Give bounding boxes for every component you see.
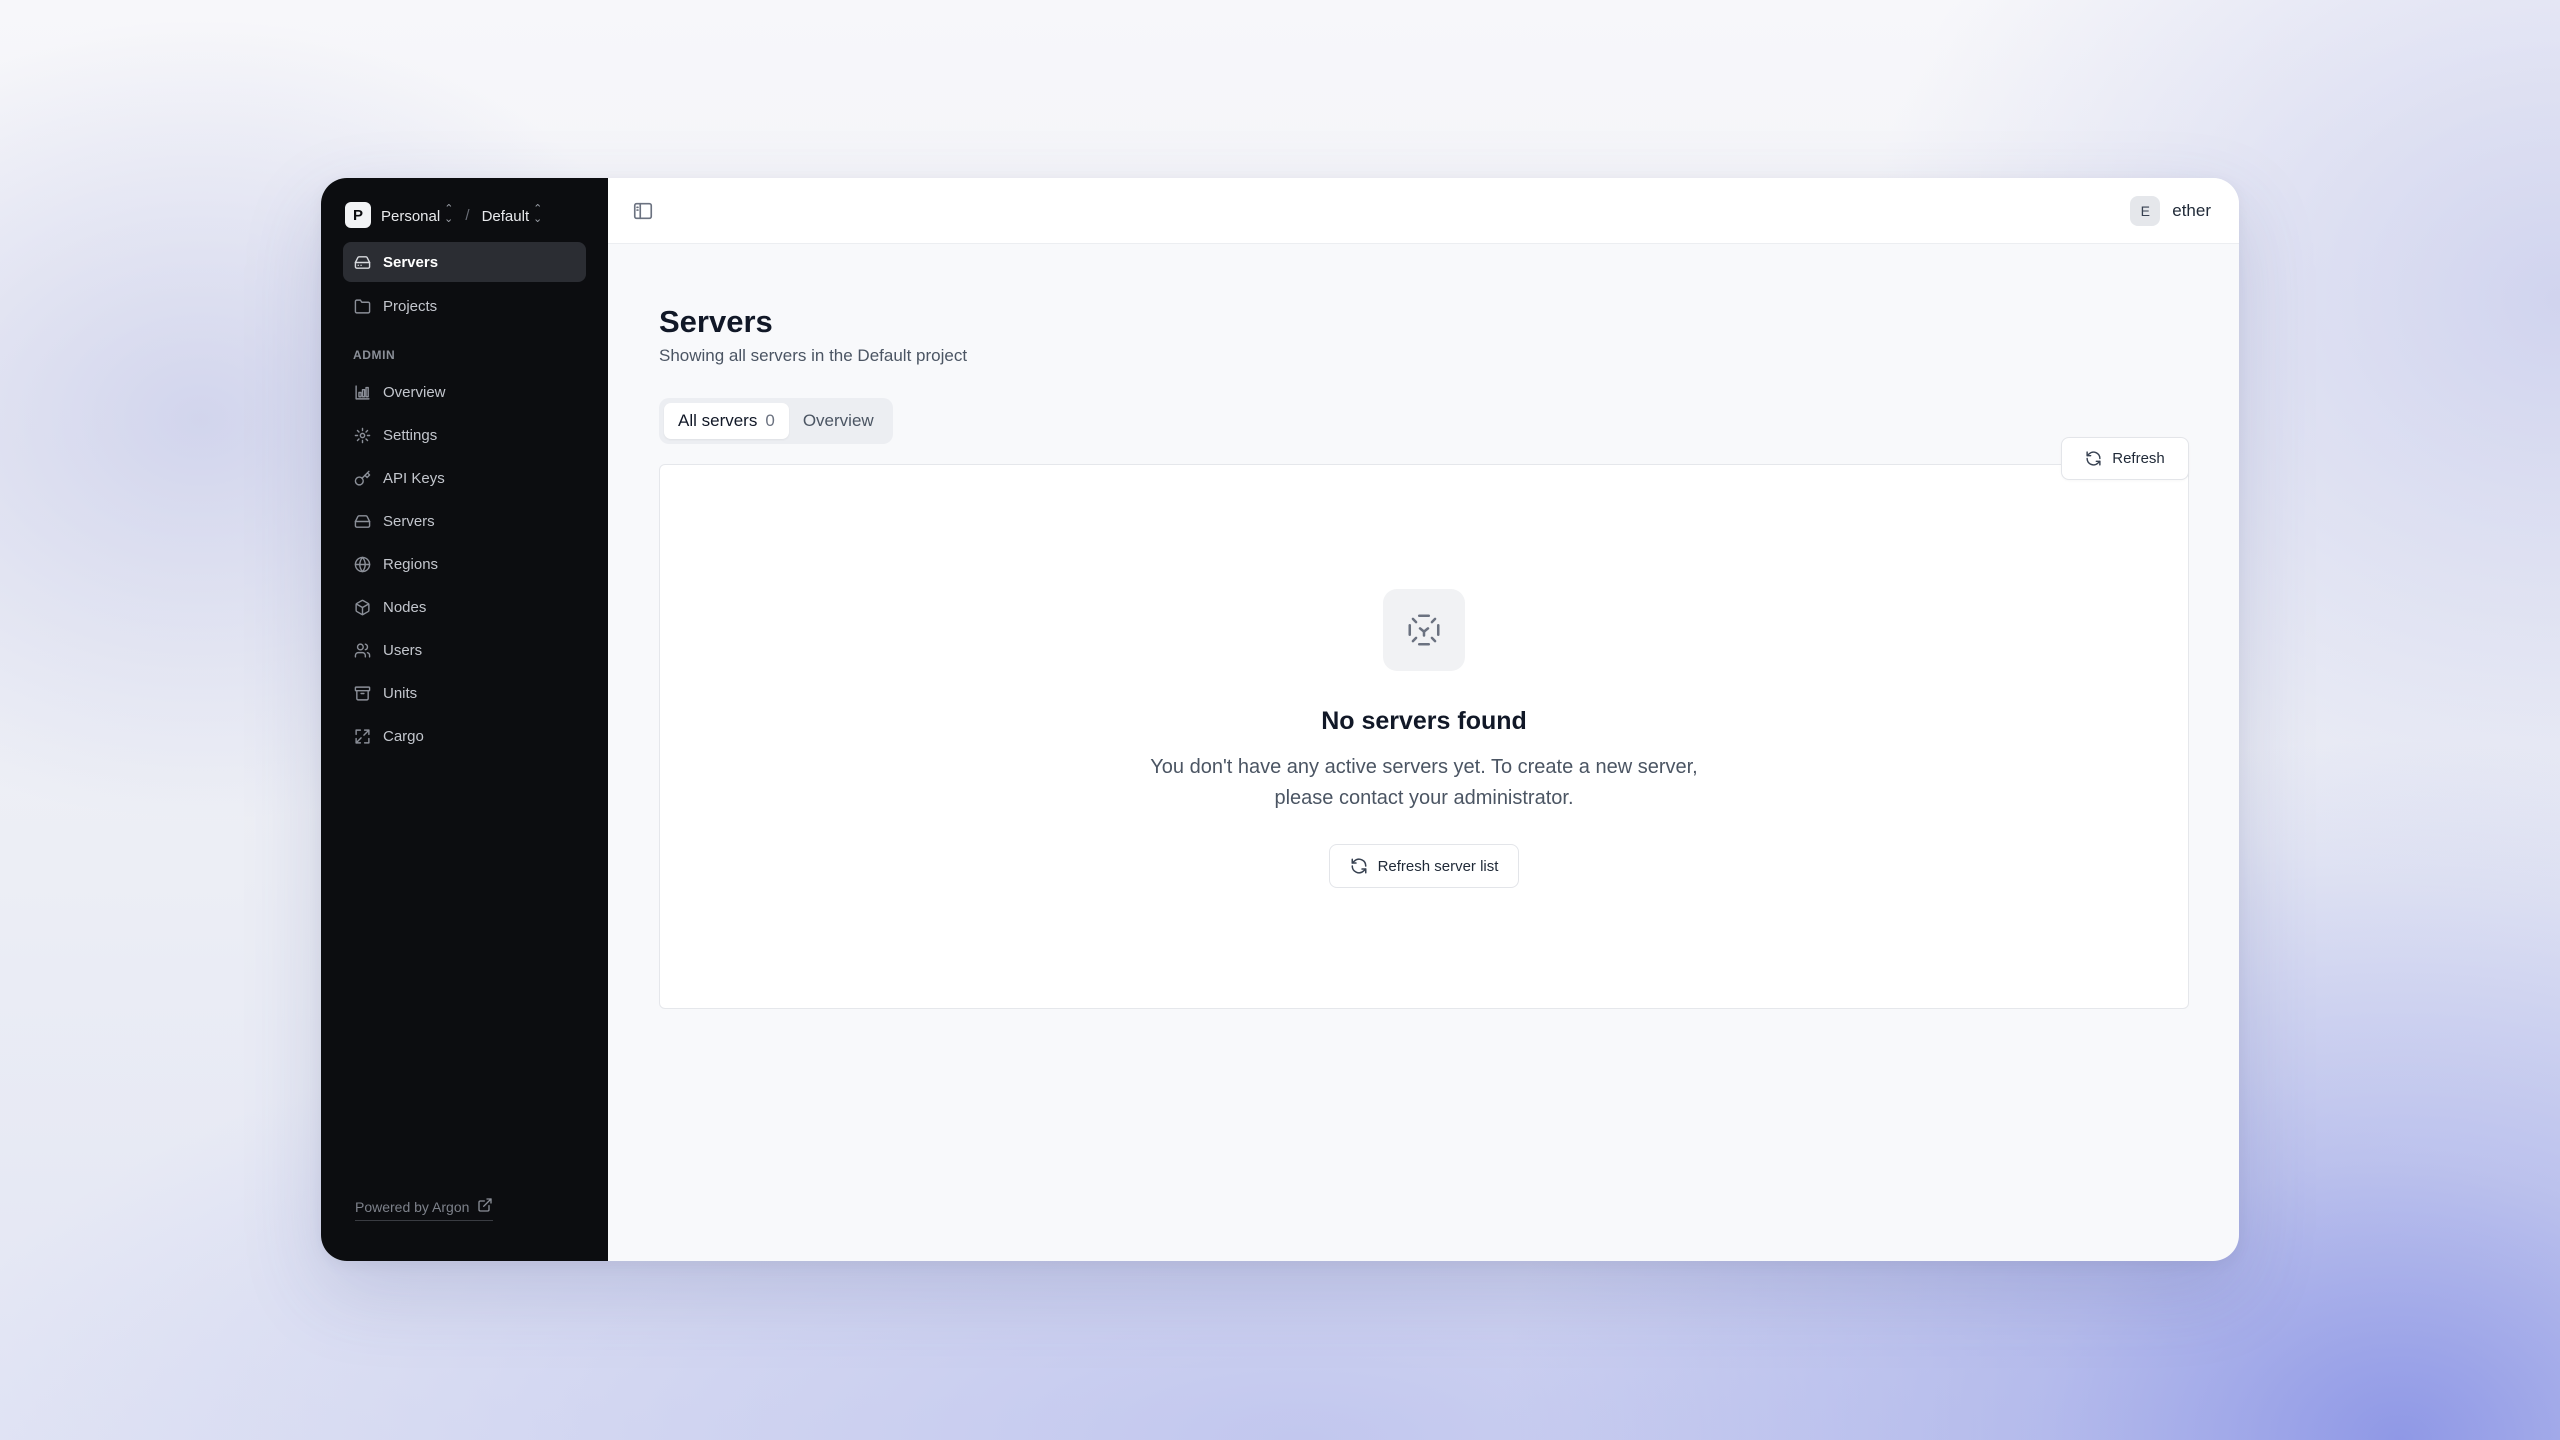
sidebar-item-label: Servers <box>383 253 439 271</box>
sidebar-item-label: Nodes <box>383 598 427 616</box>
sidebar-item-units[interactable]: Units <box>343 673 586 713</box>
refresh-icon <box>1351 858 1367 874</box>
workspace-switcher: P Personal ⌃ ⌃ / Default ⌃ ⌃ <box>345 200 586 230</box>
admin-section-label: ADMIN <box>353 348 396 362</box>
users-icon <box>353 641 371 659</box>
sidebar-item-label: Users <box>383 641 423 659</box>
sidebar-item-label: Servers <box>383 512 435 530</box>
admin-nav: Overview Settings API Keys Servers Regio… <box>343 372 586 756</box>
sidebar-toggle-icon[interactable] <box>632 200 654 222</box>
sidebar-item-label: Overview <box>383 383 446 401</box>
app-window: P Personal ⌃ ⌃ / Default ⌃ ⌃ Servers Project… <box>321 178 2239 1261</box>
chart-icon <box>353 383 371 401</box>
servers-panel: No servers found You don't have any acti… <box>659 464 2189 1009</box>
sidebar-item-label: Units <box>383 684 418 702</box>
empty-state-description: You don't have any active servers yet. T… <box>1150 756 1698 809</box>
sidebar-item-cargo[interactable]: Cargo <box>343 716 586 756</box>
chevron-up-down-icon: ⌃ ⌃ <box>533 202 543 223</box>
powered-by-link[interactable]: Powered by Argon <box>355 1197 494 1221</box>
sidebar-item-regions[interactable]: Regions <box>343 544 586 584</box>
folder-icon <box>353 297 371 315</box>
org-name: Personal <box>381 207 441 225</box>
main-area: E ether Servers Showing all servers in t… <box>608 178 2239 1261</box>
tab-bar: All servers 0 Overview <box>659 398 893 444</box>
external-link-icon <box>477 1197 493 1216</box>
key-icon <box>353 469 371 487</box>
page-content: Servers Showing all servers in the Defau… <box>608 304 2239 1009</box>
expand-icon <box>353 727 371 745</box>
project-selector[interactable]: Default ⌃ ⌃ <box>481 202 543 225</box>
avatar: E <box>2130 195 2161 226</box>
sidebar-item-servers[interactable]: Servers <box>343 242 586 282</box>
refresh-server-list-label: Refresh server list <box>1377 857 1499 875</box>
sidebar-item-overview[interactable]: Overview <box>343 372 586 412</box>
sidebar-item-label: API Keys <box>383 469 445 487</box>
server-icon <box>353 253 371 271</box>
refresh-button[interactable]: Refresh <box>2061 437 2189 480</box>
sidebar-item-label: Settings <box>383 426 438 444</box>
archive-icon <box>353 684 371 702</box>
sidebar-item-projects[interactable]: Projects <box>343 286 586 326</box>
breadcrumb-separator: / <box>465 206 470 224</box>
refresh-icon <box>2086 451 2101 466</box>
sidebar-item-settings[interactable]: Settings <box>343 415 586 455</box>
user-menu[interactable]: E ether <box>2130 195 2211 226</box>
empty-state-icon <box>1383 589 1465 671</box>
tab-all-servers[interactable]: All servers 0 <box>664 403 789 439</box>
topbar: E ether <box>608 178 2239 244</box>
tab-overview[interactable]: Overview <box>789 403 888 439</box>
refresh-button-label: Refresh <box>2112 450 2165 467</box>
chevron-up-down-icon: ⌃ ⌃ <box>444 202 454 223</box>
user-name: ether <box>2172 200 2211 220</box>
page-title: Servers <box>659 304 773 339</box>
org-avatar[interactable]: P <box>345 202 371 228</box>
tab-label: Overview <box>802 411 874 430</box>
sidebar-item-nodes[interactable]: Nodes <box>343 587 586 627</box>
sidebar-item-api-keys[interactable]: API Keys <box>343 458 586 498</box>
sidebar-item-label: Regions <box>383 555 439 573</box>
main-nav: Servers Projects <box>343 242 586 326</box>
refresh-server-list-button[interactable]: Refresh server list <box>1328 844 1520 888</box>
powered-by-text: Powered by Argon <box>355 1198 470 1215</box>
page-subtitle: Showing all servers in the Default proje… <box>659 346 968 365</box>
tab-count-badge: 0 <box>765 411 775 430</box>
sidebar-item-admin-servers[interactable]: Servers <box>343 501 586 541</box>
org-selector[interactable]: Personal ⌃ ⌃ <box>381 202 454 225</box>
sidebar-item-label: Cargo <box>383 727 424 745</box>
gear-icon <box>353 426 371 444</box>
cube-icon <box>353 598 371 616</box>
tab-label: All servers <box>678 411 758 430</box>
globe-icon <box>353 555 371 573</box>
sidebar-item-users[interactable]: Users <box>343 630 586 670</box>
sidebar-item-label: Projects <box>383 297 438 315</box>
sidebar: P Personal ⌃ ⌃ / Default ⌃ ⌃ Servers Project… <box>321 178 608 1261</box>
server-icon <box>353 512 371 530</box>
empty-state-title: No servers found <box>1321 707 1527 735</box>
project-name: Default <box>481 207 530 225</box>
